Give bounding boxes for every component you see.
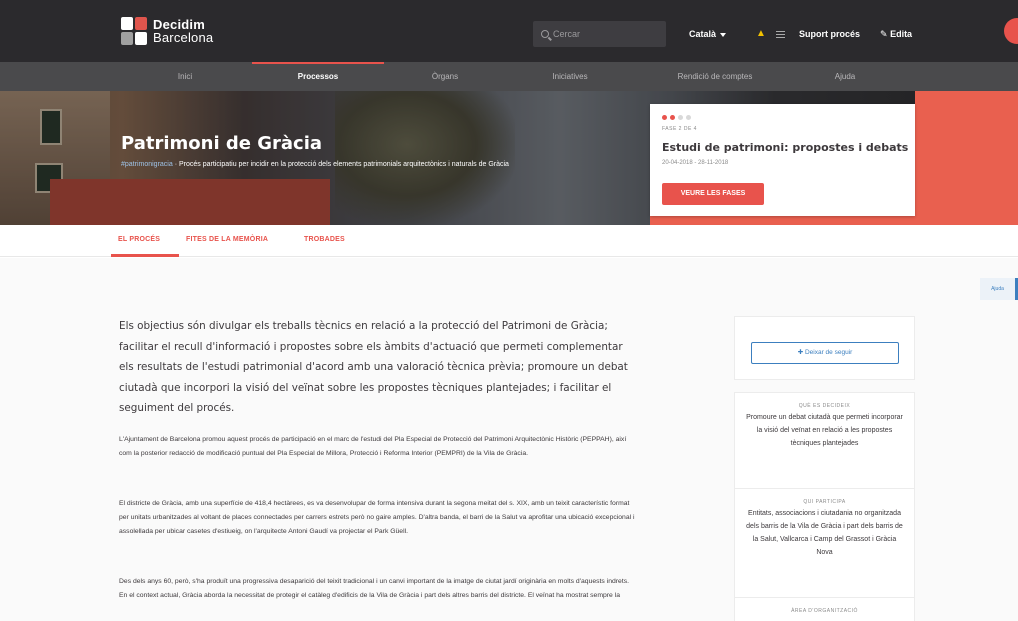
organization-area-box: ÀREA D'ORGANITZACIÓ xyxy=(734,597,915,621)
nav-item-organs[interactable]: Òrgans xyxy=(400,62,490,91)
tab-active-indicator xyxy=(111,254,179,257)
plus-icon: ✚ xyxy=(797,349,804,356)
phase-card: FASE 2 DE 4 Estudi de patrimoni: propost… xyxy=(650,104,915,216)
nav-item-inici[interactable]: Inici xyxy=(150,62,220,91)
side-text: Promoure un debat ciutadà que permeti in… xyxy=(746,414,903,447)
pencil-icon: ✎ xyxy=(880,29,888,39)
edit-label: Edita xyxy=(890,29,913,39)
nav-item-ajuda[interactable]: Ajuda xyxy=(810,62,880,91)
side-text: Entitats, associacions i ciutadania no o… xyxy=(746,510,903,556)
follow-box: ✚ Deixar de seguir xyxy=(734,316,915,380)
tab-el-proces[interactable]: EL PROCÉS xyxy=(118,236,160,243)
main-nav: Inici Processos Òrgans Iniciatives Rendi… xyxy=(0,62,1018,91)
phase-title: Estudi de patrimoni: propostes i debats xyxy=(662,141,909,154)
side-heading: ÀREA D'ORGANITZACIÓ xyxy=(791,608,858,614)
logo-text: Decidim Barcelona xyxy=(153,18,213,44)
nav-item-rendicio[interactable]: Rendició de comptes xyxy=(650,62,780,91)
nav-item-processos[interactable]: Processos xyxy=(252,62,384,91)
hero-subtitle: #patrimonigracia · Procés participatiu p… xyxy=(121,160,631,170)
process-tabs: EL PROCÉS FITES DE LA MEMÒRIA TROBADES xyxy=(0,225,1018,257)
who-participates-box: QUI PARTICIPA Entitats, associacions i c… xyxy=(734,488,915,600)
unfollow-button[interactable]: ✚ Deixar de seguir xyxy=(751,342,899,364)
support-process-link[interactable]: Suport procés xyxy=(799,29,860,39)
menu-icon[interactable] xyxy=(776,31,785,40)
lead-paragraph: Els objectius són divulgar els treballs … xyxy=(119,320,628,414)
what-is-decided-box: QUÈ ES DECIDEIX Promoure un debat ciutad… xyxy=(734,392,915,492)
tab-fites-memoria[interactable]: FITES DE LA MEMÒRIA xyxy=(186,236,268,243)
language-selector[interactable]: Català xyxy=(689,29,727,39)
view-phases-button[interactable]: VEURE LES FASES xyxy=(662,183,764,205)
avatar[interactable] xyxy=(1004,18,1018,44)
hashtag-separator: · xyxy=(174,161,178,168)
body-paragraph: Des dels anys 60, però, s'ha produït una… xyxy=(119,578,629,599)
tab-trobades[interactable]: TROBADES xyxy=(304,236,345,243)
unfollow-label: Deixar de seguir xyxy=(804,349,853,356)
phase-dates: 20-04-2018 - 28-11-2018 xyxy=(662,160,729,166)
nav-item-iniciatives[interactable]: Iniciatives xyxy=(520,62,620,91)
subtitle-text: Procés participatiu per incidir en la pr… xyxy=(179,161,509,168)
nav-active-indicator xyxy=(252,62,384,64)
help-tab[interactable]: Ajuda xyxy=(980,278,1018,300)
side-heading: QUÈ ES DECIDEIX xyxy=(798,403,851,409)
language-label: Català xyxy=(689,29,717,39)
logo-mark xyxy=(121,17,147,45)
search-icon xyxy=(541,30,549,38)
caret-down-icon xyxy=(720,32,727,37)
search-placeholder: Cercar xyxy=(553,29,581,39)
hashtag-link[interactable]: #patrimonigracia xyxy=(121,161,173,168)
body-paragraph: L'Ajuntament de Barcelona promou aquest … xyxy=(119,436,627,457)
edit-link[interactable]: ✎ Edita xyxy=(880,29,912,40)
logo-line-2: Barcelona xyxy=(153,30,214,45)
bell-icon[interactable]: ▲ xyxy=(756,28,766,39)
search-input[interactable]: Cercar xyxy=(533,21,666,47)
logo[interactable]: Decidim Barcelona xyxy=(121,17,213,45)
side-heading: QUI PARTICIPA xyxy=(803,499,846,505)
top-bar: Decidim Barcelona Cercar Català ▲ Suport… xyxy=(0,0,1018,62)
phase-progress xyxy=(662,115,691,120)
page-title: Patrimoni de Gràcia xyxy=(121,133,323,154)
phase-step-label: FASE 2 DE 4 xyxy=(662,126,697,132)
body-paragraph: El districte de Gràcia, amb una superfíc… xyxy=(119,500,635,535)
